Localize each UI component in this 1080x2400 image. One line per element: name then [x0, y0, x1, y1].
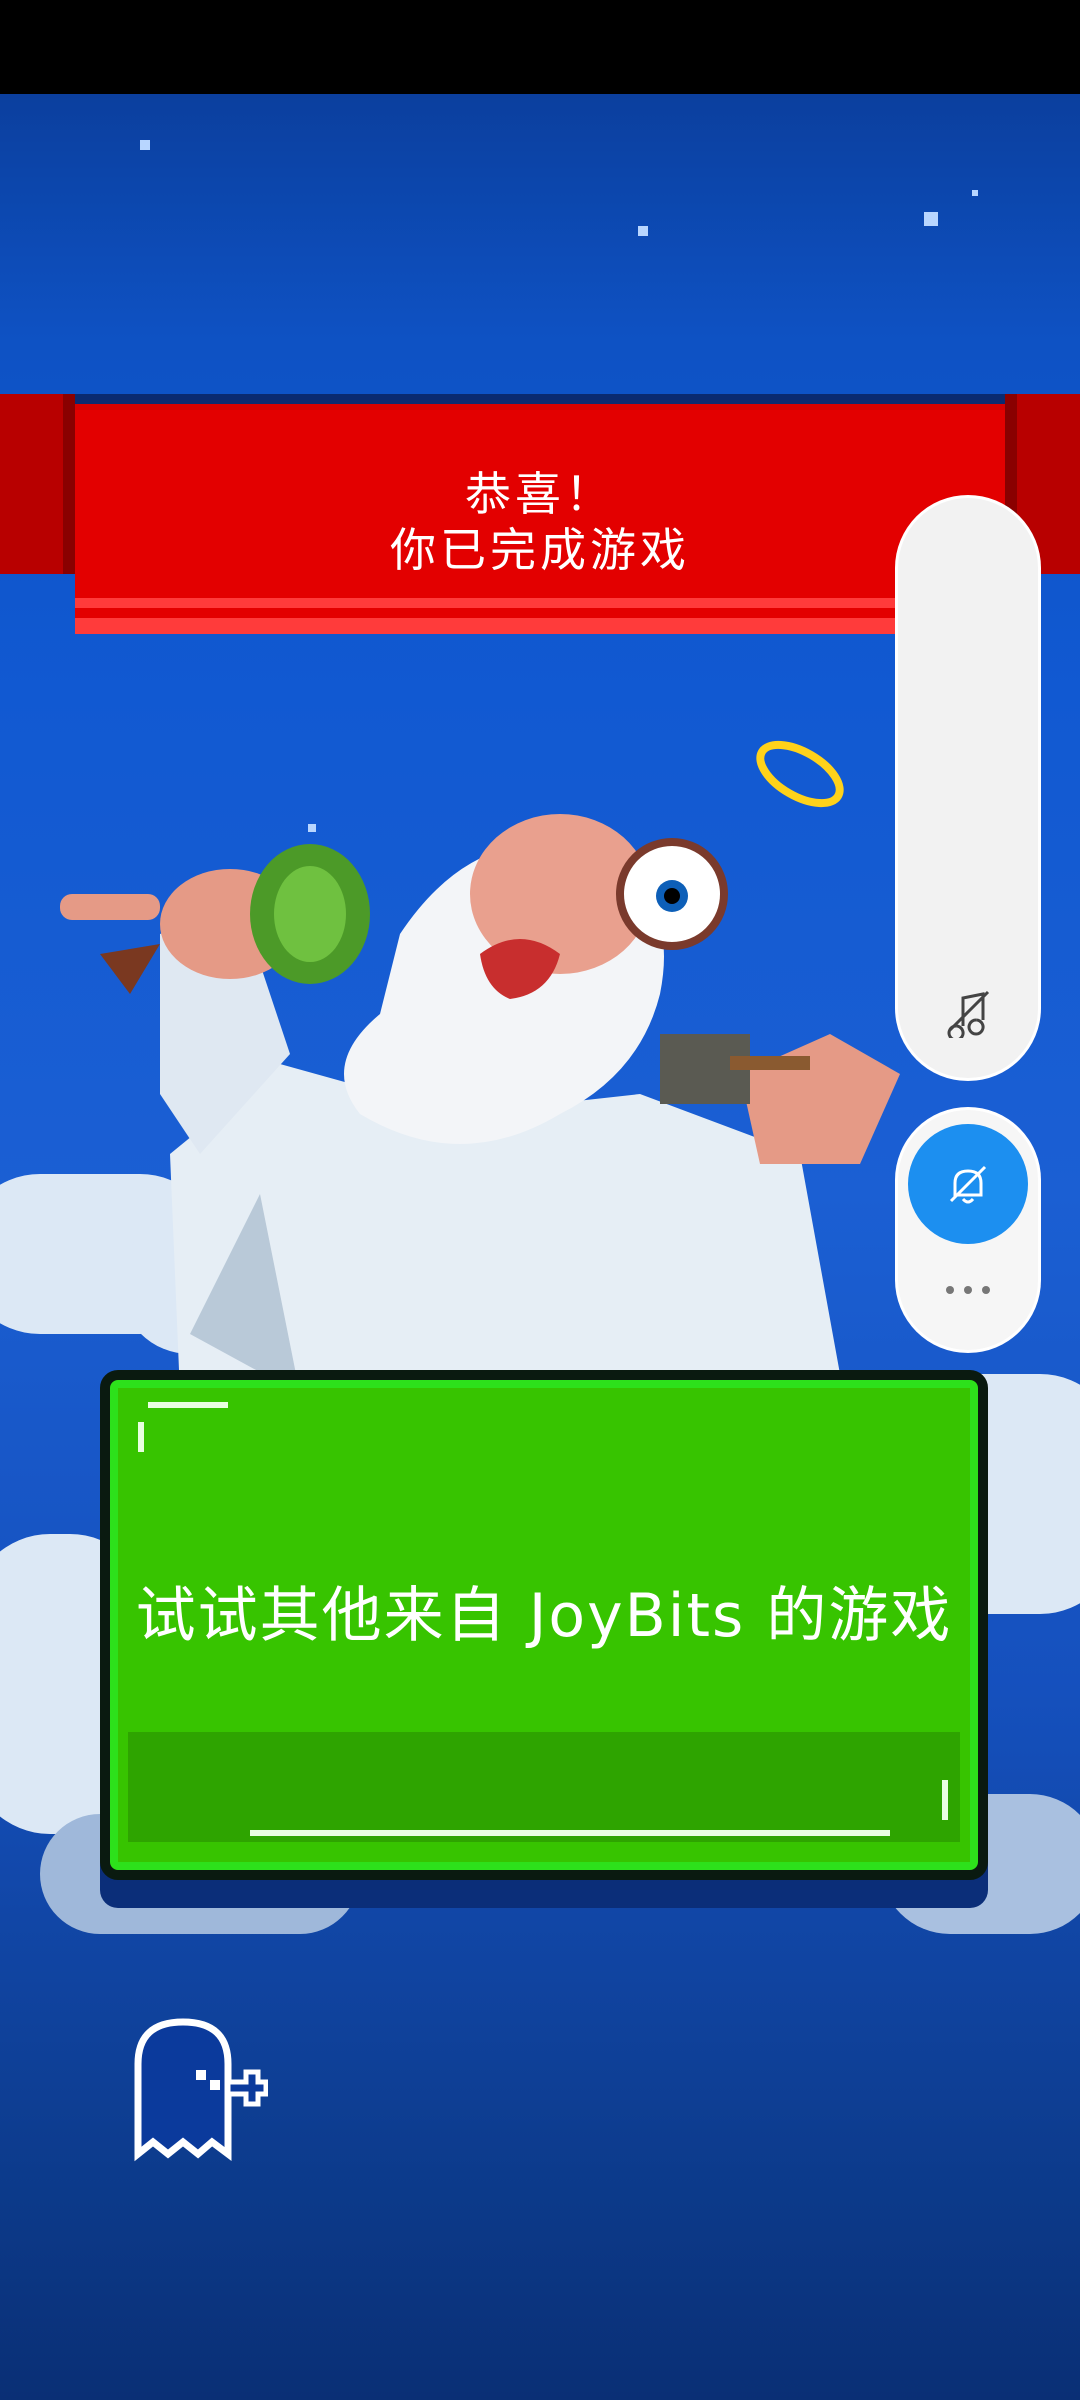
- god-character: [60, 740, 900, 1394]
- side-panel[interactable]: [898, 498, 1038, 1078]
- mute-notifications-button[interactable]: [908, 1124, 1028, 1244]
- button-highlight: [138, 1422, 144, 1452]
- star-decoration: [638, 226, 648, 236]
- floating-controls: [898, 1110, 1038, 1350]
- star-decoration: [140, 140, 150, 150]
- button-highlight: [250, 1830, 890, 1836]
- more-horizontal-icon[interactable]: [942, 1282, 994, 1298]
- more-games-label: 试试其他来自 JoyBits 的游戏: [135, 1580, 953, 1651]
- ghost-plus-icon[interactable]: [128, 2014, 268, 2164]
- button-highlight: [148, 1402, 228, 1408]
- more-games-button[interactable]: 试试其他来自 JoyBits 的游戏: [100, 1370, 988, 1880]
- status-bar: [0, 0, 1080, 94]
- banner-end-left: [0, 394, 75, 574]
- congrats-banner: 恭喜！ 你已完成游戏: [75, 410, 1005, 634]
- music-off-icon[interactable]: [942, 986, 994, 1038]
- star-decoration: [972, 190, 978, 196]
- bell-off-icon: [949, 1165, 987, 1204]
- button-shade: [128, 1732, 960, 1842]
- game-complete-text: 你已完成游戏: [390, 523, 690, 577]
- button-highlight: [942, 1780, 948, 1820]
- star-decoration: [924, 212, 938, 226]
- congrats-title: 恭喜！: [465, 467, 615, 521]
